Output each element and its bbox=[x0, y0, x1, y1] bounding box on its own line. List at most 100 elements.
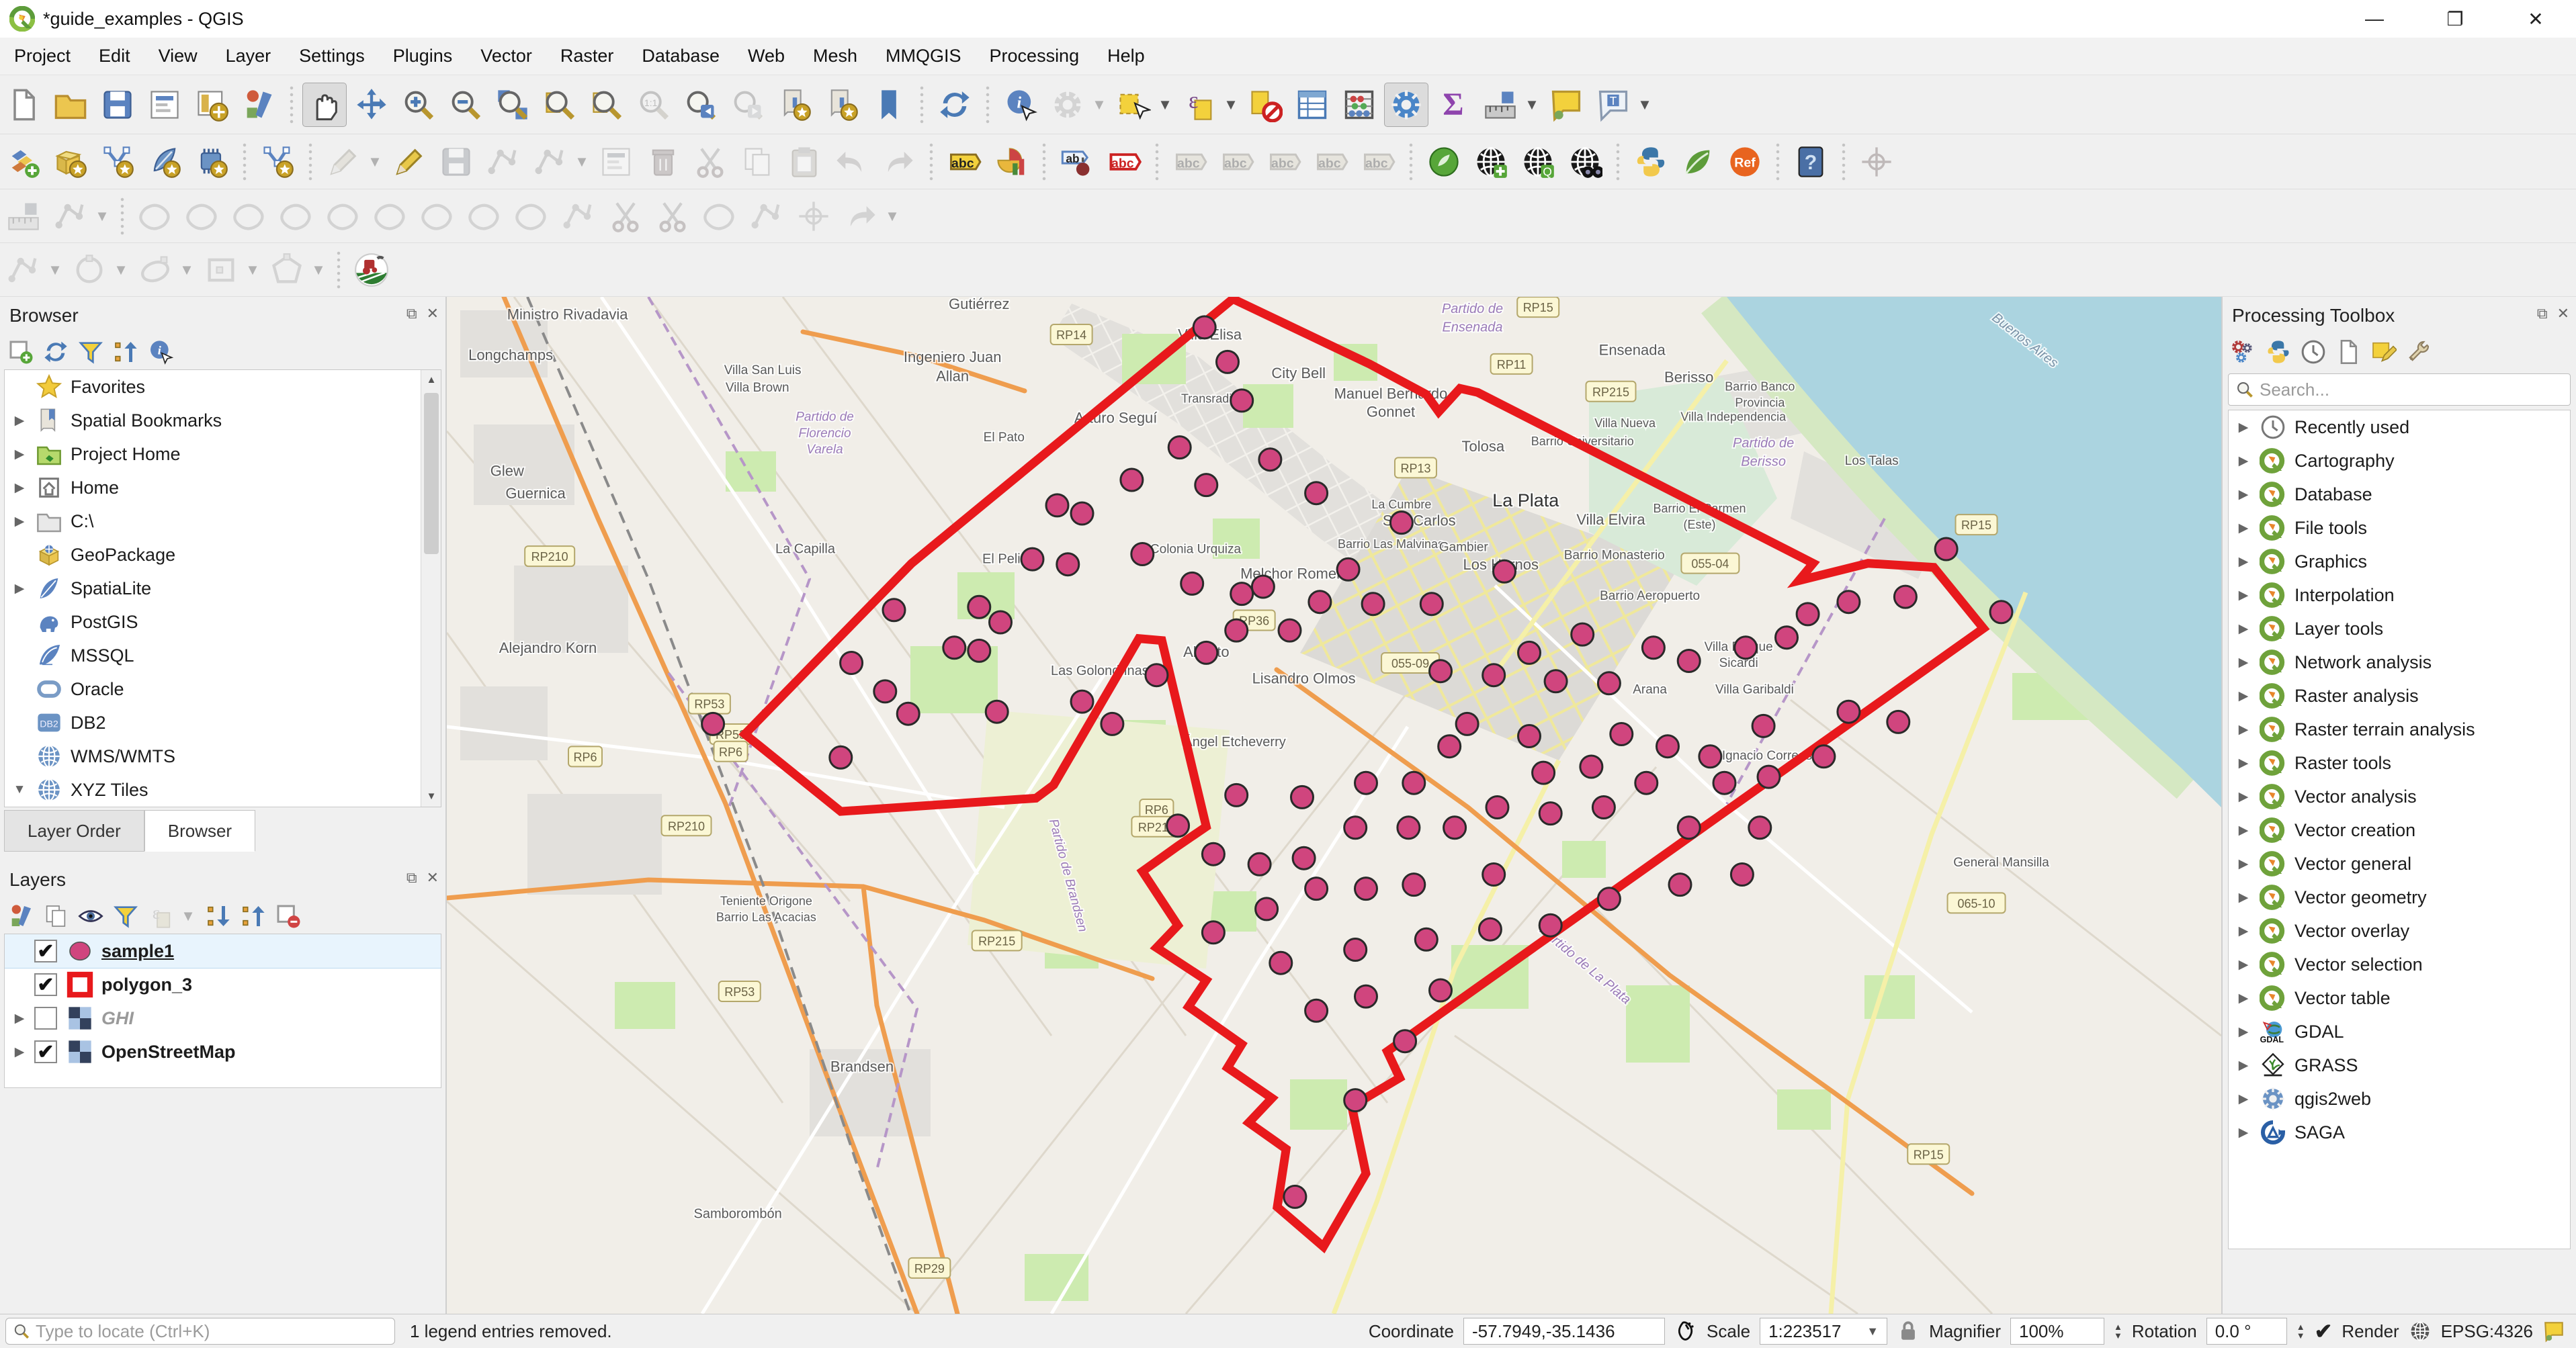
expand-arrow-icon[interactable]: ▶ bbox=[2229, 1091, 2258, 1107]
coordinate-field[interactable]: -57.7949,-35.1436 bbox=[1463, 1318, 1666, 1345]
zoom-last-button[interactable] bbox=[679, 83, 723, 127]
toolbox-group-cartography[interactable]: ▶ Cartography bbox=[2229, 444, 2570, 478]
filter-by-expression-dropdown[interactable]: ▼ bbox=[180, 907, 196, 925]
layer-checkbox[interactable]: ✔ bbox=[34, 940, 57, 962]
text-annotation-button[interactable] bbox=[1591, 83, 1635, 127]
expand-arrow-icon[interactable]: ▼ bbox=[5, 782, 34, 797]
menu-help[interactable]: Help bbox=[1093, 38, 1159, 75]
render-checkbox[interactable]: ✔ bbox=[2315, 1318, 2333, 1344]
minimize-button[interactable]: — bbox=[2334, 0, 2415, 38]
select-by-expression-button[interactable] bbox=[1177, 83, 1221, 127]
map-tips-button[interactable] bbox=[1544, 83, 1588, 127]
data-source-manager-button[interactable] bbox=[1, 140, 46, 184]
expand-arrow-icon[interactable]: ▶ bbox=[2229, 688, 2258, 704]
tab-browser[interactable]: Browser bbox=[144, 810, 256, 852]
advanced-digitizing-dropdown[interactable]: ▼ bbox=[574, 153, 590, 171]
rotation-spinbox[interactable]: 0.0 ° bbox=[2206, 1318, 2287, 1345]
filter-browser-button[interactable] bbox=[75, 336, 106, 367]
new-virtual-layer-button[interactable] bbox=[189, 140, 234, 184]
toolbox-group-qgis2web[interactable]: ▶ qgis2web bbox=[2229, 1082, 2570, 1116]
lock-icon[interactable] bbox=[1897, 1320, 1920, 1343]
menu-raster[interactable]: Raster bbox=[546, 38, 628, 75]
add-selected-layer-button[interactable] bbox=[5, 336, 36, 367]
expand-all-layers-button[interactable] bbox=[203, 901, 234, 932]
toolbox-group-vector-selection[interactable]: ▶ Vector selection bbox=[2229, 948, 2570, 981]
toolbox-group-vector-overlay[interactable]: ▶ Vector overlay bbox=[2229, 914, 2570, 948]
new-project-button[interactable] bbox=[1, 83, 46, 127]
pin-labels-button[interactable] bbox=[1055, 140, 1099, 184]
plugin-builder-button[interactable] bbox=[1676, 140, 1720, 184]
add-group-button[interactable] bbox=[40, 901, 71, 932]
toolbox-group-vector-geometry[interactable]: ▶ Vector geometry bbox=[2229, 881, 2570, 914]
expand-arrow-icon[interactable]: ▶ bbox=[2229, 420, 2258, 435]
collapse-all-layers-button[interactable] bbox=[238, 901, 269, 932]
zoom-to-layer-button[interactable] bbox=[538, 83, 582, 127]
expand-arrow-icon[interactable]: ▶ bbox=[2229, 554, 2258, 570]
layer-checkbox[interactable] bbox=[34, 1007, 57, 1030]
open-attribute-table-button[interactable] bbox=[1290, 83, 1334, 127]
layers-close-icon[interactable]: ✕ bbox=[427, 869, 439, 887]
menu-edit[interactable]: Edit bbox=[85, 38, 144, 75]
expand-arrow-icon[interactable]: ▶ bbox=[2229, 756, 2258, 771]
layer-labeling-button[interactable] bbox=[942, 140, 986, 184]
identify-features-button[interactable] bbox=[998, 83, 1043, 127]
menu-processing[interactable]: Processing bbox=[976, 38, 1094, 75]
toolbox-group-file-tools[interactable]: ▶ File tools bbox=[2229, 511, 2570, 545]
pan-map-button[interactable] bbox=[302, 82, 347, 127]
expand-arrow-icon[interactable]: ▶ bbox=[5, 581, 34, 596]
scale-combobox[interactable]: 1:223517 ▼ bbox=[1760, 1318, 1888, 1345]
browser-close-icon[interactable]: ✕ bbox=[427, 305, 439, 322]
crs-globe-icon[interactable] bbox=[2409, 1320, 2432, 1343]
expand-arrow-icon[interactable]: ▶ bbox=[5, 1044, 34, 1060]
toolbox-group-vector-analysis[interactable]: ▶ Vector analysis bbox=[2229, 780, 2570, 813]
remove-layer-button[interactable] bbox=[273, 901, 304, 932]
tab-layer-order[interactable]: Layer Order bbox=[4, 810, 144, 852]
browser-item-project-home[interactable]: ▶ Project Home bbox=[5, 437, 441, 471]
results-viewer-button[interactable] bbox=[2333, 336, 2364, 367]
expand-arrow-icon[interactable]: ▶ bbox=[2229, 588, 2258, 603]
python-console-button[interactable] bbox=[1629, 140, 1673, 184]
metasearch-button[interactable] bbox=[1422, 140, 1466, 184]
menu-vector[interactable]: Vector bbox=[466, 38, 546, 75]
extents-icon[interactable] bbox=[1674, 1320, 1697, 1343]
browser-item-oracle[interactable]: Oracle bbox=[5, 672, 441, 706]
rectangle-dropdown[interactable]: ▼ bbox=[245, 261, 261, 279]
layer-item-ghi[interactable]: ▶ GHI bbox=[5, 1001, 441, 1035]
layer-item-polygon_3[interactable]: ✔ polygon_3 bbox=[5, 968, 441, 1001]
toolbox-group-raster-analysis[interactable]: ▶ Raster analysis bbox=[2229, 679, 2570, 713]
layer-checkbox[interactable]: ✔ bbox=[34, 973, 57, 996]
rotation-spin-arrows[interactable]: ▲ ▼ bbox=[2296, 1322, 2305, 1340]
new-geopackage-layer-button[interactable] bbox=[48, 140, 93, 184]
toolbox-group-graphics[interactable]: ▶ Graphics bbox=[2229, 545, 2570, 578]
open-project-button[interactable] bbox=[48, 83, 93, 127]
menu-database[interactable]: Database bbox=[628, 38, 734, 75]
menu-mesh[interactable]: Mesh bbox=[799, 38, 871, 75]
regular-polygon-dropdown[interactable]: ▼ bbox=[310, 261, 327, 279]
select-features-button[interactable] bbox=[1111, 83, 1156, 127]
restore-button[interactable]: ❐ bbox=[2415, 0, 2495, 38]
zoom-out-button[interactable] bbox=[443, 83, 488, 127]
expand-arrow-icon[interactable]: ▶ bbox=[2229, 521, 2258, 536]
history-button[interactable] bbox=[2298, 336, 2329, 367]
expand-arrow-icon[interactable]: ▶ bbox=[2229, 991, 2258, 1006]
circle-2points-dropdown[interactable]: ▼ bbox=[113, 261, 129, 279]
show-spatial-bookmarks-button[interactable] bbox=[820, 83, 864, 127]
open-layer-styling-button[interactable] bbox=[5, 901, 36, 932]
expand-arrow-icon[interactable]: ▶ bbox=[2229, 722, 2258, 737]
toolbox-group-layer-tools[interactable]: ▶ Layer tools bbox=[2229, 612, 2570, 645]
expand-arrow-icon[interactable]: ▶ bbox=[2229, 1058, 2258, 1073]
browser-item-wms-wmts[interactable]: WMS/WMTS bbox=[5, 739, 441, 773]
toggle-editing-button[interactable] bbox=[387, 140, 431, 184]
processing-toolbox-button[interactable] bbox=[1384, 82, 1428, 127]
layers-float-icon[interactable]: ⧉ bbox=[406, 869, 417, 887]
mmqgis-search-button[interactable] bbox=[1516, 140, 1560, 184]
new-spatialite-layer-button[interactable] bbox=[142, 140, 187, 184]
zoom-to-selection-button[interactable] bbox=[585, 83, 629, 127]
expand-arrow-icon[interactable]: ▶ bbox=[2229, 655, 2258, 670]
deselect-all-button[interactable] bbox=[1243, 83, 1287, 127]
new-print-layout-button[interactable] bbox=[142, 83, 187, 127]
expand-arrow-icon[interactable]: ▶ bbox=[5, 413, 34, 429]
trim-extend-dropdown[interactable]: ▼ bbox=[884, 208, 900, 225]
ellipse-dropdown[interactable]: ▼ bbox=[179, 261, 195, 279]
browser-item-spatial-bookmarks[interactable]: ▶ Spatial Bookmarks bbox=[5, 404, 441, 437]
